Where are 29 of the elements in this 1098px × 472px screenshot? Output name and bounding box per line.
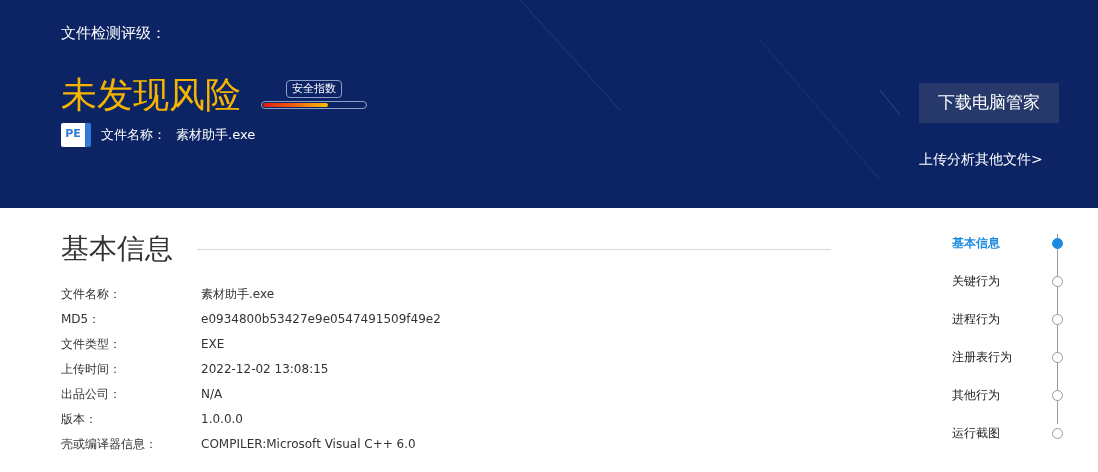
file-name-label: 文件名称： xyxy=(101,125,166,144)
nav-link[interactable]: 关键行为 xyxy=(952,272,1047,290)
info-value: EXE xyxy=(201,336,226,353)
nav-link[interactable]: 运行截图 xyxy=(952,424,1047,442)
safety-index-tooltip: 安全指数 xyxy=(286,79,342,98)
info-label: 版本： xyxy=(61,411,98,428)
nav-link[interactable]: 基本信息 xyxy=(952,234,1047,252)
info-value: e0934800b53427e9e0547491509f49e2 xyxy=(201,311,442,328)
pe-file-icon: PE xyxy=(61,122,91,147)
rating-label: 文件检测评级： xyxy=(61,23,167,44)
info-label: 壳或编译器信息： xyxy=(61,436,158,453)
info-label: 文件类型： xyxy=(61,336,122,353)
info-value: 素材助手.exe xyxy=(201,286,276,303)
info-label: MD5： xyxy=(61,311,102,328)
nav-link[interactable]: 进程行为 xyxy=(952,310,1047,328)
verdict-text: 未发现风险 xyxy=(61,72,241,117)
section-title: 基本信息 xyxy=(61,231,173,267)
info-label: 上传时间： xyxy=(61,361,122,378)
nav-link[interactable]: 注册表行为 xyxy=(952,348,1047,366)
info-value: 2022-12-02 13:08:15 xyxy=(201,361,330,378)
info-value: 1.0.0.0 xyxy=(201,411,244,428)
nav-link[interactable]: 其他行为 xyxy=(952,386,1047,404)
upload-link[interactable]: 上传分析其他文件> xyxy=(919,149,1043,170)
info-value: N/A xyxy=(201,386,224,403)
download-button[interactable]: 下载电脑管家 xyxy=(919,83,1059,123)
info-label: 出品公司： xyxy=(61,386,122,403)
info-value: COMPILER:Microsoft Visual C++ 6.0 xyxy=(201,436,417,453)
info-label: 文件名称： xyxy=(61,286,122,303)
file-name: 素材助手.exe xyxy=(176,125,256,144)
